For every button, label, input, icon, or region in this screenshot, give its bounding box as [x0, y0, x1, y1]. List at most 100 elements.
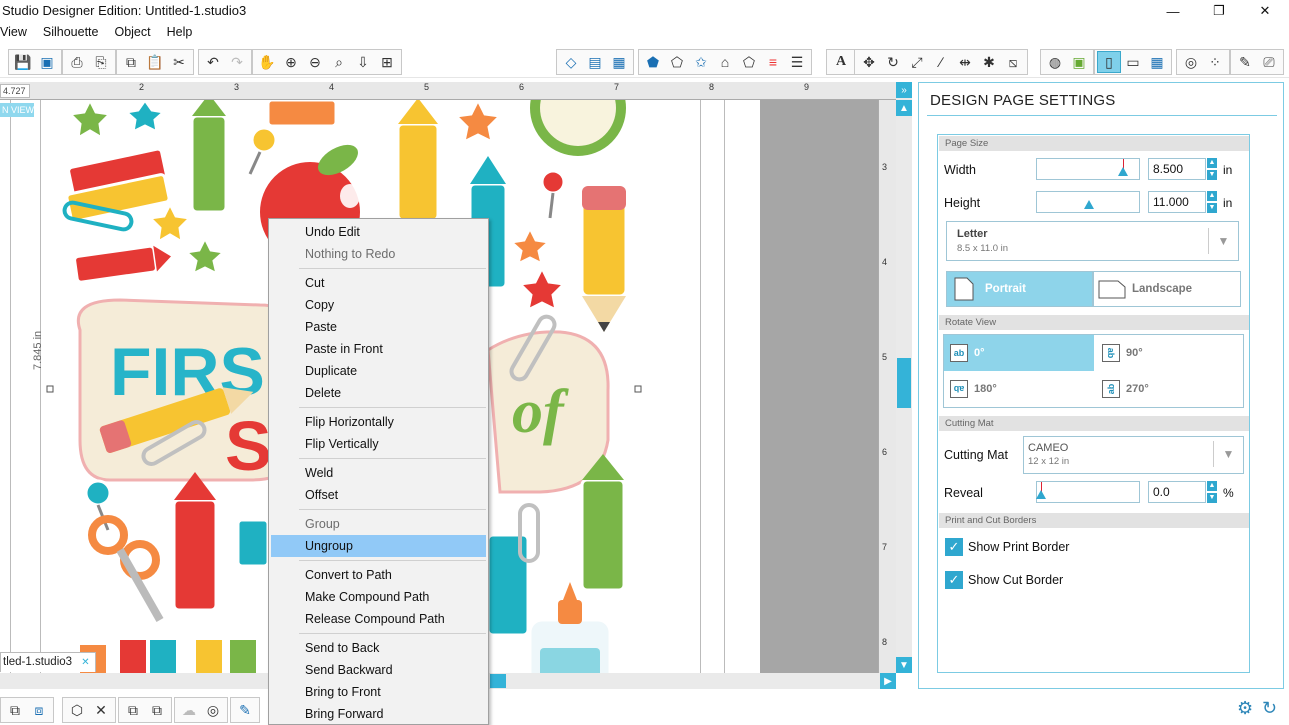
menu-item-flip-horizontally[interactable]: Flip Horizontally [271, 411, 486, 433]
menu-view[interactable]: View [0, 22, 35, 42]
shape-star-icon[interactable]: ✩ [689, 51, 713, 73]
mirror-icon[interactable]: ⇹ [953, 51, 977, 73]
menu-item-paste[interactable]: Paste [271, 316, 486, 338]
send-backward-icon[interactable]: ⧉ [145, 699, 169, 721]
scale-icon[interactable]: ⤢ [905, 51, 929, 73]
knife-icon[interactable]: ⧅ [1001, 51, 1025, 73]
reveal-stepper[interactable]: ▲ ▼ [1207, 481, 1217, 503]
group-icon[interactable]: ⧉ [3, 699, 27, 721]
rotate-0-button[interactable]: ab 0° [944, 335, 1094, 371]
rotate-icon[interactable]: ↻ [881, 51, 905, 73]
maximize-button[interactable]: ❐ [1196, 0, 1242, 22]
release-compound-icon[interactable]: ✕ [89, 699, 113, 721]
height-input[interactable]: 11.000 [1148, 191, 1206, 213]
copy-icon[interactable]: ⧉ [119, 51, 143, 73]
shape-custom-icon[interactable]: ⬠ [737, 51, 761, 73]
scroll-down-icon[interactable]: ▼ [896, 657, 912, 673]
bring-forward-icon[interactable]: ⧉ [121, 699, 145, 721]
menu-silhouette[interactable]: Silhouette [43, 22, 107, 42]
menu-item-send-backward[interactable]: Send Backward [271, 659, 486, 681]
cut-icon[interactable]: ✂ [167, 51, 191, 73]
settings-gear-icon[interactable]: ⚙ [1237, 698, 1253, 719]
offset-icon[interactable]: ▣ [1067, 51, 1091, 73]
ungroup-icon[interactable]: ⧈ [27, 699, 51, 721]
menu-item-duplicate[interactable]: Duplicate [271, 360, 486, 382]
vertical-scrollbar[interactable]: » ▲ ▼ [896, 82, 912, 673]
sync-icon[interactable]: ↻ [1262, 698, 1277, 719]
rotate-270-button[interactable]: ab 270° [1096, 371, 1242, 407]
menu-object[interactable]: Object [114, 22, 158, 42]
transform-icon[interactable]: ✥ [857, 51, 881, 73]
reveal-slider[interactable] [1036, 481, 1140, 503]
cut-border-checkbox[interactable]: ✓ [945, 571, 963, 589]
print-icon[interactable]: ⎙ [65, 51, 89, 73]
menu-item-make-compound-path[interactable]: Make Compound Path [271, 586, 486, 608]
fill-color-icon[interactable]: ▤ [583, 51, 607, 73]
shape-outline-icon[interactable]: ⬠ [665, 51, 689, 73]
menu-item-ungroup[interactable]: Ungroup [271, 535, 486, 557]
chevron-down-icon[interactable]: ▼ [1208, 228, 1238, 254]
pan-hand-icon[interactable]: ✋ [255, 51, 279, 73]
menu-item-cut[interactable]: Cut [271, 272, 486, 294]
menu-item-copy[interactable]: Copy [271, 294, 486, 316]
rotate-180-button[interactable]: ab 180° [944, 371, 1094, 407]
menu-item-flip-vertically[interactable]: Flip Vertically [271, 433, 486, 455]
trace-icon[interactable]: ◍ [1043, 51, 1067, 73]
replicate-icon[interactable]: ✱ [977, 51, 1001, 73]
paste-icon[interactable]: 📋 [143, 51, 167, 73]
vertical-scroll-thumb[interactable] [897, 358, 911, 408]
shape-pentagon-icon[interactable]: ⬟ [641, 51, 665, 73]
document-tab[interactable]: tled-1.studio3 ✕ [0, 652, 96, 672]
width-slider[interactable] [1036, 158, 1140, 180]
weld-icon[interactable]: ☁ [177, 699, 201, 721]
registration-icon[interactable]: ▭ [1121, 51, 1145, 73]
dots-icon[interactable]: ⁘ [1203, 51, 1227, 73]
menu-item-send-to-back[interactable]: Send to Back [271, 637, 486, 659]
menu-item-release-compound-path[interactable]: Release Compound Path [271, 608, 486, 630]
menu-item-weld[interactable]: Weld [271, 462, 486, 484]
print-border-checkbox[interactable]: ✓ [945, 538, 963, 556]
horizontal-scroll-thumb[interactable] [490, 674, 506, 688]
menu-help[interactable]: Help [167, 22, 201, 42]
height-stepper[interactable]: ▲ ▼ [1207, 191, 1217, 213]
zoom-in-icon[interactable]: ⊕ [279, 51, 303, 73]
height-slider[interactable] [1036, 191, 1140, 213]
portrait-button[interactable]: Portrait [946, 271, 1093, 307]
scroll-up-icon[interactable]: ▲ [896, 100, 912, 116]
page-settings-icon[interactable]: ▯ [1097, 51, 1121, 73]
menu-item-undo-edit[interactable]: Undo Edit [271, 221, 486, 243]
pattern-icon[interactable]: ▦ [607, 51, 631, 73]
page-size-dropdown[interactable]: Letter 8.5 x 11.0 in ▼ [946, 221, 1239, 261]
shape-house-icon[interactable]: ⌂ [713, 51, 737, 73]
slider-thumb[interactable] [1036, 490, 1046, 499]
menu-item-paste-in-front[interactable]: Paste in Front [271, 338, 486, 360]
width-stepper[interactable]: ▲ ▼ [1207, 158, 1217, 180]
drag-zoom-icon[interactable]: ⇩ [351, 51, 375, 73]
sketch-icon[interactable]: ✎ [1233, 51, 1257, 73]
line-style-icon[interactable]: ☰ [785, 51, 809, 73]
menu-item-bring-to-front[interactable]: Bring to Front [271, 681, 486, 703]
menu-item-offset[interactable]: Offset [271, 484, 486, 506]
close-tab-icon[interactable]: ✕ [81, 657, 89, 668]
zoom-select-icon[interactable]: ⌕ [327, 51, 351, 73]
offset-bottom-icon[interactable]: ◎ [201, 699, 225, 721]
landscape-button[interactable]: Landscape [1093, 271, 1241, 307]
minimize-button[interactable]: — [1150, 0, 1196, 22]
save-icon[interactable]: 💾 [11, 51, 35, 73]
rotate-90-button[interactable]: ab 90° [1096, 335, 1242, 371]
compound-path-icon[interactable]: ⬡ [65, 699, 89, 721]
close-button[interactable]: ✕ [1242, 0, 1288, 22]
scroll-right-icon[interactable]: ▶ [880, 673, 896, 689]
collapse-panel-icon[interactable]: » [896, 82, 912, 98]
eraser-icon[interactable]: ◇ [559, 51, 583, 73]
redo-icon[interactable]: ↷ [225, 51, 249, 73]
width-input[interactable]: 8.500 [1148, 158, 1206, 180]
menu-item-convert-to-path[interactable]: Convert to Path [271, 564, 486, 586]
reveal-input[interactable]: 0.0 [1148, 481, 1206, 503]
edit-points-icon[interactable]: ✎ [233, 699, 257, 721]
zoom-out-icon[interactable]: ⊖ [303, 51, 327, 73]
menu-item-bring-forward[interactable]: Bring Forward [271, 703, 486, 725]
cutting-mat-dropdown[interactable]: CAMEO 12 x 12 in ▼ [1023, 436, 1244, 474]
fit-page-icon[interactable]: ⊞ [375, 51, 399, 73]
undo-icon[interactable]: ↶ [201, 51, 225, 73]
